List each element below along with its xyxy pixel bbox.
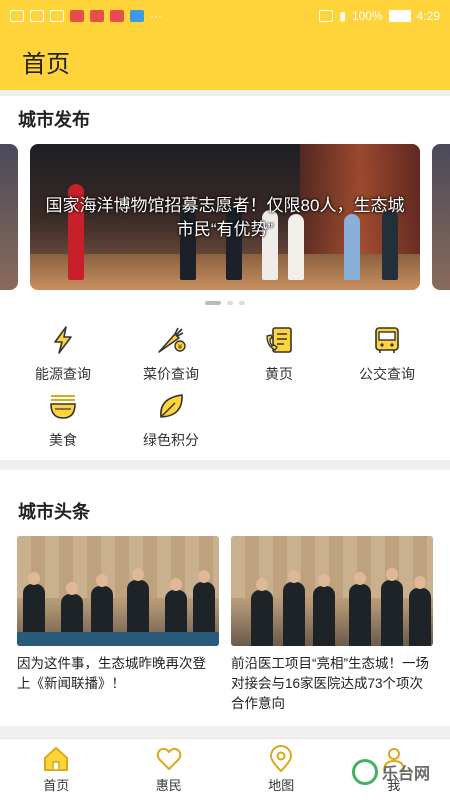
clock: 4:29 xyxy=(416,9,440,23)
banner-carousel[interactable]: 国家海洋博物馆招募志愿者！仅限80人，生态城市民“有优势” xyxy=(0,144,450,290)
thumbnail-person xyxy=(313,574,335,646)
leaf-icon xyxy=(160,394,183,418)
tab-label: 惠民 xyxy=(155,778,182,793)
bus-icon xyxy=(375,327,399,353)
battery-percent: 100% xyxy=(351,9,383,23)
more-notifications-icon: ··· xyxy=(150,9,162,23)
news-title: 因为这件事，生态城昨晚再次登上《新闻联播》！ xyxy=(17,656,206,691)
service-vegetable-price[interactable]: ¥ 菜价查询 xyxy=(115,324,227,384)
signal-icon: ▮ xyxy=(339,9,346,23)
city-release-section: 城市发布 国家海洋博物馆招募志愿者！仅限80人，生态城市民“有优势” 能源查询 xyxy=(0,96,450,460)
map-pin-icon xyxy=(270,745,293,773)
battery-icon xyxy=(388,10,411,22)
carousel-dot-active xyxy=(205,301,221,305)
telegram-icon xyxy=(130,10,144,22)
thumbnail-person xyxy=(251,578,273,646)
watermark: 乐台网 xyxy=(352,750,444,794)
slide-caption: 国家海洋博物馆招募志愿者！仅限80人，生态城市民“有优势” xyxy=(45,196,405,239)
food-bowl-icon xyxy=(50,395,76,419)
lightning-icon xyxy=(54,326,72,354)
tab-home[interactable]: 首页 xyxy=(0,739,113,800)
news-thumbnail xyxy=(17,536,219,646)
tab-benefits[interactable]: 惠民 xyxy=(113,739,226,800)
thumbnail-table xyxy=(17,632,219,646)
news-card[interactable]: 前沿医工项目“亮相”生态城！一场对接会与16家医院达成73个项次合作意向 xyxy=(231,536,433,714)
service-yellow-pages[interactable]: 黄页 xyxy=(223,324,335,384)
app-notification-icon xyxy=(70,10,84,22)
thumbnail-person xyxy=(349,572,371,646)
status-bar: ··· ▮ 100% 4:29 xyxy=(0,0,450,32)
service-food[interactable]: 美食 xyxy=(7,390,119,450)
tab-label: 首页 xyxy=(43,778,70,793)
thumbnail-person xyxy=(409,576,431,646)
nfc-icon xyxy=(319,10,334,22)
carousel-slide[interactable]: 国家海洋博物馆招募志愿者！仅限80人，生态城市民“有优势” xyxy=(30,144,420,290)
notification-icon xyxy=(10,10,24,22)
service-label: 菜价查询 xyxy=(143,366,199,382)
news-title: 前沿医工项目“亮相”生态城！一场对接会与16家医院达成73个项次合作意向 xyxy=(231,656,429,711)
carousel-prev-slide[interactable] xyxy=(0,144,18,290)
page-title: 首页 xyxy=(22,50,70,78)
thumbnail-person xyxy=(283,570,305,646)
city-headlines-section: 城市头条 因为这件事，生态城昨晚再次登上《新闻联播》！ 前沿医工项目“亮相”生态… xyxy=(0,470,450,726)
news-card[interactable]: 因为这件事，生态城昨晚再次登上《新闻联播》！ xyxy=(17,536,219,694)
thumbnail-wall xyxy=(17,536,219,598)
watermark-logo-icon xyxy=(352,759,378,785)
section-title: 城市发布 xyxy=(18,110,90,130)
section-title: 城市头条 xyxy=(18,502,90,522)
carousel-indicator xyxy=(0,301,450,305)
service-label: 美食 xyxy=(49,432,77,448)
app-header: 首页 xyxy=(0,32,450,90)
service-label: 绿色积分 xyxy=(143,432,199,448)
yellow-pages-icon xyxy=(266,327,292,353)
service-energy-query[interactable]: 能源查询 xyxy=(7,324,119,384)
service-bus-query[interactable]: 公交查询 xyxy=(331,324,443,384)
news-thumbnail xyxy=(231,536,433,646)
status-bar-left: ··· xyxy=(10,9,162,23)
usb-icon xyxy=(50,10,64,22)
heart-icon xyxy=(156,747,182,770)
app-notification-icon xyxy=(110,10,124,22)
vegetable-price-icon: ¥ xyxy=(158,327,186,353)
service-label: 公交查询 xyxy=(359,366,415,382)
watermark-text: 乐台网 xyxy=(382,766,431,783)
carousel-dot xyxy=(239,301,245,305)
carousel-dot xyxy=(227,301,233,305)
tab-map[interactable]: 地图 xyxy=(225,739,338,800)
wifi-icon xyxy=(30,10,44,22)
tab-label: 地图 xyxy=(268,778,295,793)
carousel-next-slide[interactable] xyxy=(432,144,450,290)
app-notification-icon xyxy=(90,10,104,22)
service-green-points[interactable]: 绿色积分 xyxy=(115,390,227,450)
service-label: 能源查询 xyxy=(35,366,91,382)
home-icon xyxy=(44,747,69,771)
slide-image-stage xyxy=(30,254,420,290)
thumbnail-person xyxy=(381,568,403,646)
status-bar-right: ▮ 100% 4:29 xyxy=(319,9,440,23)
service-label: 黄页 xyxy=(265,366,293,382)
svg-text:¥: ¥ xyxy=(178,343,183,351)
